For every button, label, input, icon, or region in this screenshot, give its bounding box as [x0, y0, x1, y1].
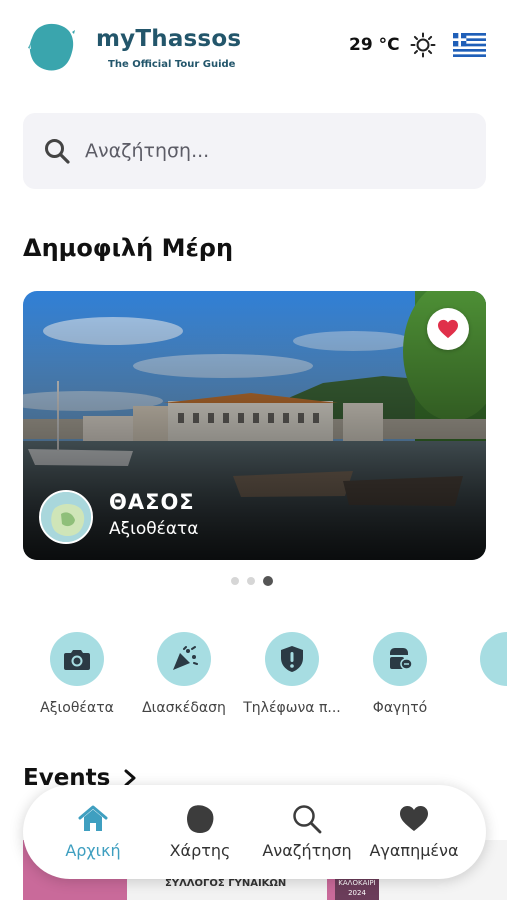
search-input[interactable]	[85, 133, 465, 169]
island-map-thumbnail	[39, 490, 93, 544]
nav-home[interactable]: Αρχική	[38, 803, 148, 860]
nav-search[interactable]: Αναζήτηση	[252, 803, 362, 860]
thassos-logo-icon	[28, 23, 75, 71]
sun-icon	[410, 32, 436, 58]
category-next-peek[interactable]	[480, 632, 507, 686]
carousel-indicator	[231, 576, 273, 586]
food-icon	[373, 632, 427, 686]
party-popper-icon	[157, 632, 211, 686]
heart-icon	[400, 806, 428, 831]
shield-alert-icon	[265, 632, 319, 686]
category-label: Φαγητό	[372, 700, 428, 716]
carousel-dot-active[interactable]	[263, 576, 273, 586]
carousel-dot[interactable]	[231, 577, 239, 585]
nav-label: Αναζήτηση	[262, 841, 352, 860]
category-food[interactable]: Φαγητό	[345, 632, 455, 716]
popular-places-title: Δημοφιλή Μέρη	[23, 234, 234, 262]
nav-favorites[interactable]: Αγαπημένα	[359, 803, 469, 860]
bottom-navigation: Αρχική Χάρτης Αναζήτηση Αγαπημένα	[23, 785, 486, 879]
category-label: Διασκέδαση	[142, 700, 226, 716]
temperature: 29 °C	[349, 35, 400, 55]
nav-map[interactable]: Χάρτης	[145, 803, 255, 860]
greek-flag-icon[interactable]	[453, 33, 486, 57]
event-badge: ΚΑΛΟΚΑΙΡΙ 2024	[335, 876, 379, 900]
search-icon	[45, 139, 70, 164]
category-sights[interactable]: Αξιοθέατα	[22, 632, 132, 716]
event-poster-text: ΣΥΛΛΟΓΟΣ ΓΥΝΑΙΚΩΝ	[165, 878, 287, 889]
app-header: myThassos The Official Tour Guide 29 °C	[0, 0, 507, 95]
app-subtitle: The Official Tour Guide	[108, 59, 236, 70]
carousel-dot[interactable]	[247, 577, 255, 585]
camera-icon	[50, 632, 104, 686]
favorite-button[interactable]	[427, 308, 469, 350]
category-label: Τηλέφωνα π...	[243, 700, 341, 716]
place-title: ΘΑΣΟΣ	[109, 490, 195, 514]
featured-place-card[interactable]: ΘΑΣΟΣ Αξιοθέατα	[23, 291, 486, 560]
category-entertainment[interactable]: Διασκέδαση	[129, 632, 239, 716]
heart-icon	[438, 319, 458, 339]
nav-label: Αγαπημένα	[369, 841, 459, 860]
island-map-icon	[187, 805, 214, 833]
place-category: Αξιοθέατα	[109, 519, 199, 539]
category-emergency-phones[interactable]: Τηλέφωνα π...	[237, 632, 347, 716]
nav-label: Αρχική	[65, 841, 121, 860]
app-name: myThassos	[96, 26, 242, 52]
home-icon	[78, 805, 108, 831]
search-icon	[293, 805, 322, 834]
nav-label: Χάρτης	[169, 841, 231, 860]
search-bar[interactable]	[23, 113, 486, 189]
category-label: Αξιοθέατα	[40, 700, 114, 716]
